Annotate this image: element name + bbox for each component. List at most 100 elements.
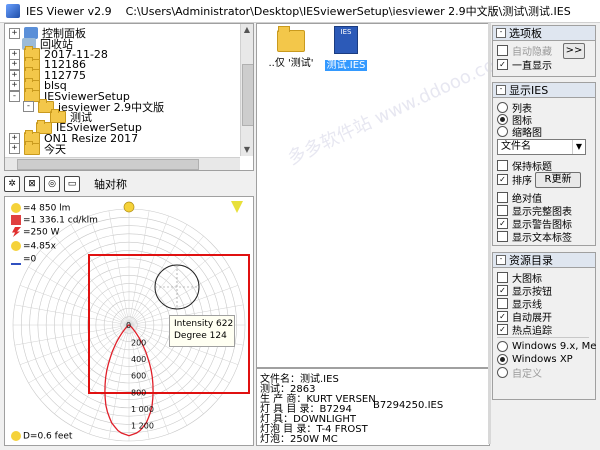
hot-track-option[interactable]: ✓ 热点追踪 <box>497 323 552 337</box>
ring-label: 200 <box>131 339 146 348</box>
tilt-icon <box>11 253 21 265</box>
ring-label: 800 <box>131 388 146 397</box>
sort-checkbox[interactable]: ✓ <box>497 174 508 185</box>
ies-viewer-window: IES Viewer v2.9 C:\Users\Administrator\D… <box>0 0 600 450</box>
file-item-label: 测试.IES <box>324 60 368 71</box>
auto-hide-option[interactable]: 自动隐藏 <box>497 44 552 58</box>
resource-directory-panel: - 资源目录 大图标 ✓ 显示按钮 显示线 ✓ 自动展开 ✓ 热点追踪 Windows… <box>492 252 596 400</box>
lamps-icon <box>11 241 21 251</box>
keep-title-checkbox[interactable] <box>497 160 508 171</box>
ring-label: 1 200 <box>131 421 154 430</box>
ies-file-icon: IES <box>334 26 358 54</box>
tree-item[interactable]: + 今天 <box>9 140 66 156</box>
display-panel-title: 显示IES <box>509 84 549 97</box>
divider <box>497 337 589 338</box>
view-icon-radio[interactable] <box>497 114 508 125</box>
style-default-radio[interactable] <box>497 367 508 378</box>
panel-splitter[interactable] <box>488 23 491 444</box>
lumens-readout: =4 850 lm <box>11 203 70 214</box>
collapse-icon[interactable]: - <box>496 255 506 265</box>
scroll-down-icon[interactable]: ▼ <box>241 144 253 156</box>
collapse-icon[interactable]: - <box>496 28 506 38</box>
tilt-readout: =0 <box>11 253 36 265</box>
title-bar[interactable]: IES Viewer v2.9 C:\Users\Administrator\D… <box>0 0 600 23</box>
style-default-option[interactable]: 自定义 <box>497 366 542 380</box>
absolute-checkbox[interactable] <box>497 192 508 203</box>
expand-icon[interactable]: + <box>9 143 20 154</box>
watermark: 多多软件站 www.ddooo.com <box>284 47 515 170</box>
file-item-ies[interactable]: IES 测试.IES <box>323 26 369 71</box>
ratio-readout: =4.85x <box>11 241 56 252</box>
sort-option[interactable]: ✓ 排序 <box>497 173 532 187</box>
hot-track-checkbox[interactable]: ✓ <box>497 324 508 335</box>
style-9x-radio[interactable] <box>497 341 508 352</box>
auto-expand-checkbox[interactable]: ✓ <box>497 311 508 322</box>
render-view-icon[interactable]: ▭ <box>64 176 80 192</box>
app-icon <box>6 4 20 18</box>
text-labels-option[interactable]: 显示文本标签 <box>497 230 572 244</box>
peak-icon <box>11 215 21 225</box>
view-thumb-option[interactable]: 缩略图 <box>497 125 542 139</box>
view-toolbar: ✲ ⊠ ◎ ▭ 轴对称 <box>4 174 252 194</box>
scroll-up-icon[interactable]: ▲ <box>241 24 253 36</box>
cartesian-view-icon[interactable]: ⊠ <box>24 176 40 192</box>
full-chart-checkbox[interactable] <box>497 205 508 216</box>
bulb-icon <box>11 203 21 213</box>
collapse-icon[interactable]: - <box>496 85 506 95</box>
refresh-button[interactable]: R更新 <box>535 172 581 188</box>
ring-label: 400 <box>131 355 146 364</box>
folder-icon <box>24 140 40 155</box>
isolux-view-icon[interactable]: ◎ <box>44 176 60 192</box>
window-file-path: C:\Users\Administrator\Desktop\IESviewer… <box>125 5 571 18</box>
auto-hide-checkbox[interactable] <box>497 45 508 56</box>
tree-hscroll-thumb[interactable] <box>17 159 199 170</box>
top-bulb-icon <box>123 201 135 213</box>
always-show-checkbox[interactable]: ✓ <box>497 59 508 70</box>
options-panel-title: 选项板 <box>509 27 542 40</box>
window-title: IES Viewer v2.9 <box>26 4 112 18</box>
lightning-icon <box>12 227 21 237</box>
tooltip-degree: Degree 124 <box>174 331 227 341</box>
info-lamp: 灯泡：250W MC <box>260 434 338 445</box>
collapse-icon[interactable]: - <box>23 101 34 112</box>
view-list-radio[interactable] <box>497 102 508 113</box>
tooltip-intensity: Intensity 622 <box>174 319 234 329</box>
display-ies-panel: - 显示IES 列表 图标 缩略图 文件名 ▼ 保持标题 ✓ 排序 R更新 绝对值… <box>492 82 596 246</box>
options-panel: - 选项板 自动隐藏 >> ✓ 一直显示 <box>492 25 596 77</box>
resource-panel-header[interactable]: - 资源目录 <box>493 253 595 268</box>
peak-readout: =1 336.1 cd/klm <box>11 215 98 226</box>
resource-panel-title: 资源目录 <box>509 254 553 267</box>
show-lines-checkbox[interactable] <box>497 298 508 309</box>
polar-view-icon[interactable]: ✲ <box>4 176 20 192</box>
folder-tree[interactable]: ▲ ▼ + 控制面板 回收站 +2017-11-28 +112186 +112775 + bl… <box>4 23 254 171</box>
warning-icon-checkbox[interactable]: ✓ <box>497 218 508 229</box>
tree-vertical-scrollbar[interactable]: ▲ ▼ <box>240 24 253 156</box>
options-panel-header[interactable]: - 选项板 <box>493 26 595 41</box>
file-item-parent-folder[interactable]: ..仅 '测试' <box>265 26 317 69</box>
text-labels-checkbox[interactable] <box>497 231 508 242</box>
distance-bulb-icon <box>11 431 21 441</box>
ring-label: 600 <box>131 372 146 381</box>
intensity-tooltip: Intensity 622 Degree 124 <box>169 315 235 347</box>
style-xp-radio[interactable] <box>497 354 508 365</box>
file-item-label: ..仅 '测试' <box>268 58 314 69</box>
keep-title-option[interactable]: 保持标题 <box>497 159 552 173</box>
info-catalog-file: B7294250.IES <box>373 400 444 411</box>
file-view[interactable]: ..仅 '测试' IES 测试.IES 多多软件站 www.ddooo.com <box>256 23 514 368</box>
large-icons-checkbox[interactable] <box>497 272 508 283</box>
style-9x-option[interactable]: Windows 9.x, Me <box>497 340 596 353</box>
tree-horizontal-scrollbar[interactable] <box>5 157 240 170</box>
tree-item-label: 今天 <box>44 142 66 156</box>
always-show-option[interactable]: ✓ 一直显示 <box>497 58 552 72</box>
axis-symmetric-label[interactable]: 轴对称 <box>94 176 127 192</box>
display-panel-header[interactable]: - 显示IES <box>493 83 595 98</box>
watts-readout: =250 W <box>11 227 59 238</box>
polar-candela-panel[interactable]: 200 400 600 800 1 000 1 200 0 =4 850 lm =1 336… <box>4 196 254 446</box>
view-thumb-radio[interactable] <box>497 126 508 137</box>
collapse-icon[interactable]: - <box>9 90 20 102</box>
chevron-down-icon[interactable]: ▼ <box>572 140 585 154</box>
show-buttons-checkbox[interactable]: ✓ <box>497 285 508 296</box>
pin-button[interactable]: >> <box>563 43 585 59</box>
sort-combo[interactable]: 文件名 ▼ <box>497 139 586 155</box>
tree-scroll-thumb[interactable] <box>242 64 253 126</box>
